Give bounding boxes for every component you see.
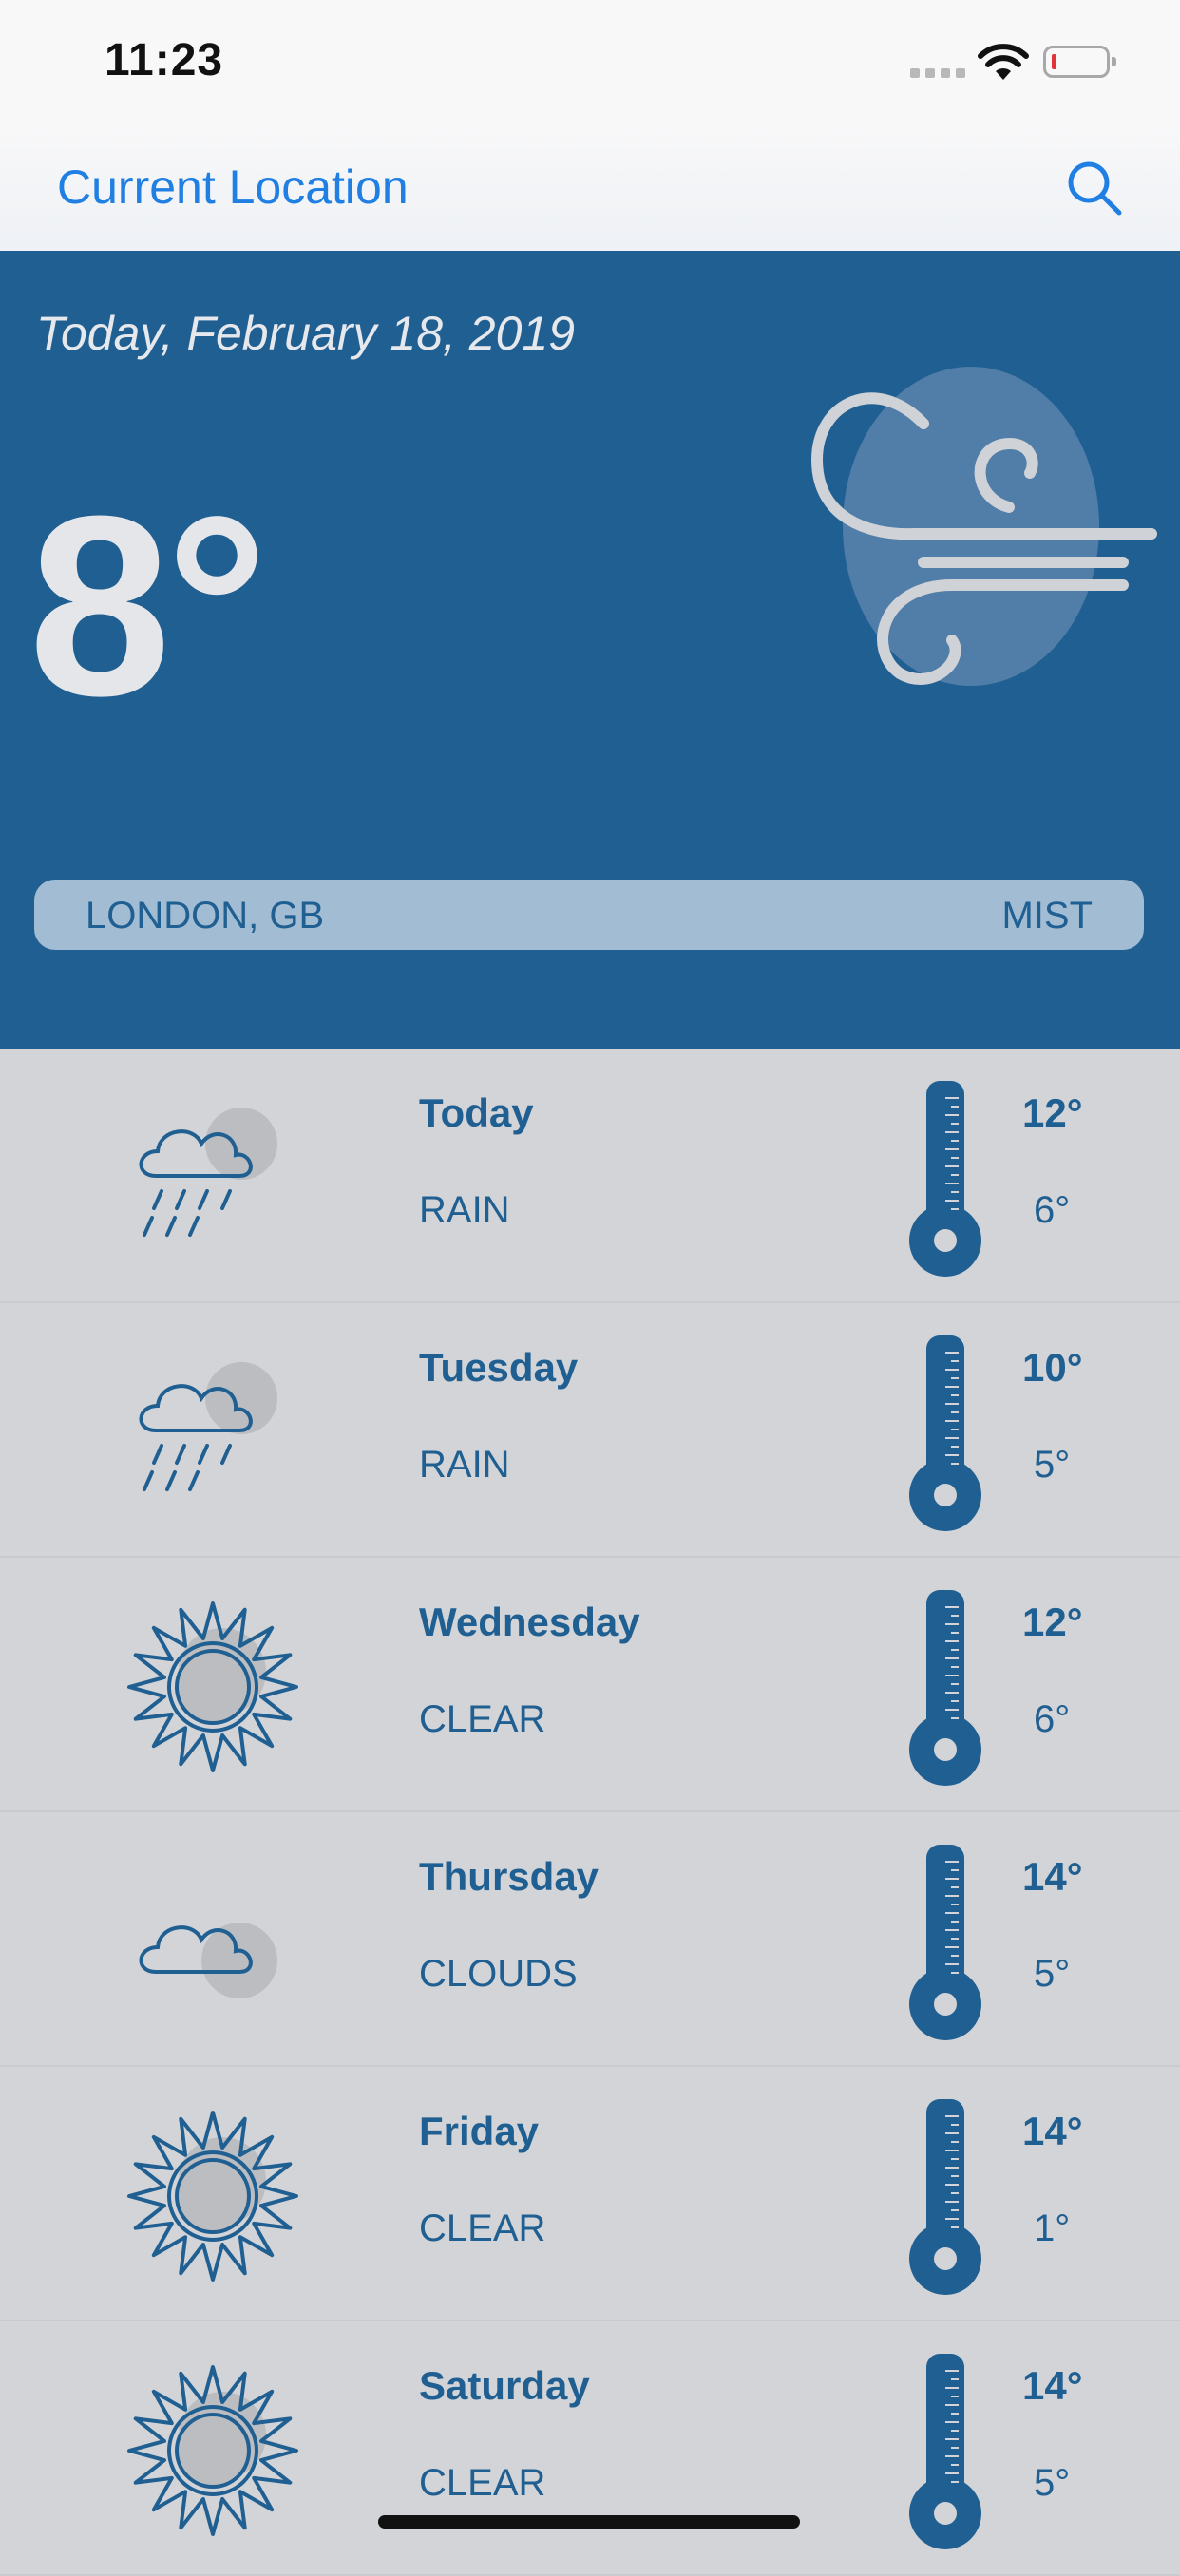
wifi-icon xyxy=(978,44,1029,80)
forecast-day: Thursday xyxy=(419,1854,600,1899)
forecast-condition: CLEAR xyxy=(419,2462,546,2504)
forecast-day: Friday xyxy=(419,2109,540,2153)
forecast-list: Today RAIN 12° 6° Tuesday RAIN 10° 5° We… xyxy=(0,1049,1180,2576)
forecast-high: 10° xyxy=(1022,1345,1083,1390)
rain-icon xyxy=(118,1337,308,1527)
forecast-row[interactable]: Today RAIN 12° 6° xyxy=(0,1049,1180,1303)
navigation-bar: Current Location xyxy=(0,123,1180,252)
thermometer-icon xyxy=(907,1841,983,2040)
forecast-low: 6° xyxy=(1034,1189,1071,1231)
location-bar: LONDON, GB MIST xyxy=(34,880,1144,950)
forecast-condition: CLOUDS xyxy=(419,1953,578,1995)
current-temperature: 8° xyxy=(29,464,268,749)
sun-icon xyxy=(118,2356,308,2546)
forecast-high: 14° xyxy=(1022,2109,1083,2153)
forecast-day: Saturday xyxy=(419,2363,590,2408)
rain-icon xyxy=(118,1083,308,1273)
forecast-low: 1° xyxy=(1034,2207,1071,2249)
forecast-row[interactable]: Saturday CLEAR 14° 5° xyxy=(0,2321,1180,2576)
current-date: Today, February 18, 2019 xyxy=(36,307,576,360)
cellular-signal-icon xyxy=(910,68,967,78)
forecast-condition: RAIN xyxy=(419,1444,510,1486)
thermometer-icon xyxy=(907,1332,983,1531)
cloud-icon xyxy=(118,1847,308,2036)
current-location-button[interactable]: Current Location xyxy=(57,160,409,215)
thermometer-icon xyxy=(907,2350,983,2549)
forecast-high: 12° xyxy=(1022,1600,1083,1644)
forecast-day: Tuesday xyxy=(419,1345,579,1390)
forecast-low: 5° xyxy=(1034,1953,1071,1995)
forecast-day: Today xyxy=(419,1090,534,1135)
status-bar: 11:23 xyxy=(0,0,1180,123)
forecast-condition: RAIN xyxy=(419,1189,510,1231)
forecast-row[interactable]: Thursday CLOUDS 14° 5° xyxy=(0,1812,1180,2067)
forecast-row[interactable]: Tuesday RAIN 10° 5° xyxy=(0,1303,1180,1558)
forecast-high: 14° xyxy=(1022,1854,1083,1899)
forecast-high: 14° xyxy=(1022,2363,1083,2408)
status-time: 11:23 xyxy=(105,35,224,85)
forecast-day: Wednesday xyxy=(419,1600,640,1644)
sun-icon xyxy=(118,2101,308,2291)
forecast-condition: CLEAR xyxy=(419,1698,546,1740)
forecast-row[interactable]: Friday CLEAR 14° 1° xyxy=(0,2067,1180,2321)
battery-icon xyxy=(1043,46,1116,78)
forecast-low: 6° xyxy=(1034,1698,1071,1740)
thermometer-icon xyxy=(907,1586,983,1786)
forecast-low: 5° xyxy=(1034,2462,1071,2504)
forecast-high: 12° xyxy=(1022,1090,1083,1135)
current-condition: MIST xyxy=(1001,895,1093,937)
current-weather-panel: Today, February 18, 2019 8° LONDON, GB M… xyxy=(0,251,1180,1049)
sun-icon xyxy=(118,1592,308,1782)
home-indicator[interactable] xyxy=(378,2515,800,2529)
wind-icon xyxy=(810,367,1157,686)
forecast-low: 5° xyxy=(1034,1444,1071,1486)
forecast-row[interactable]: Wednesday CLEAR 12° 6° xyxy=(0,1558,1180,1812)
thermometer-icon xyxy=(907,2095,983,2295)
search-icon[interactable] xyxy=(1064,158,1125,218)
thermometer-icon xyxy=(907,1077,983,1277)
location-name: LONDON, GB xyxy=(86,895,325,937)
forecast-condition: CLEAR xyxy=(419,2207,546,2249)
